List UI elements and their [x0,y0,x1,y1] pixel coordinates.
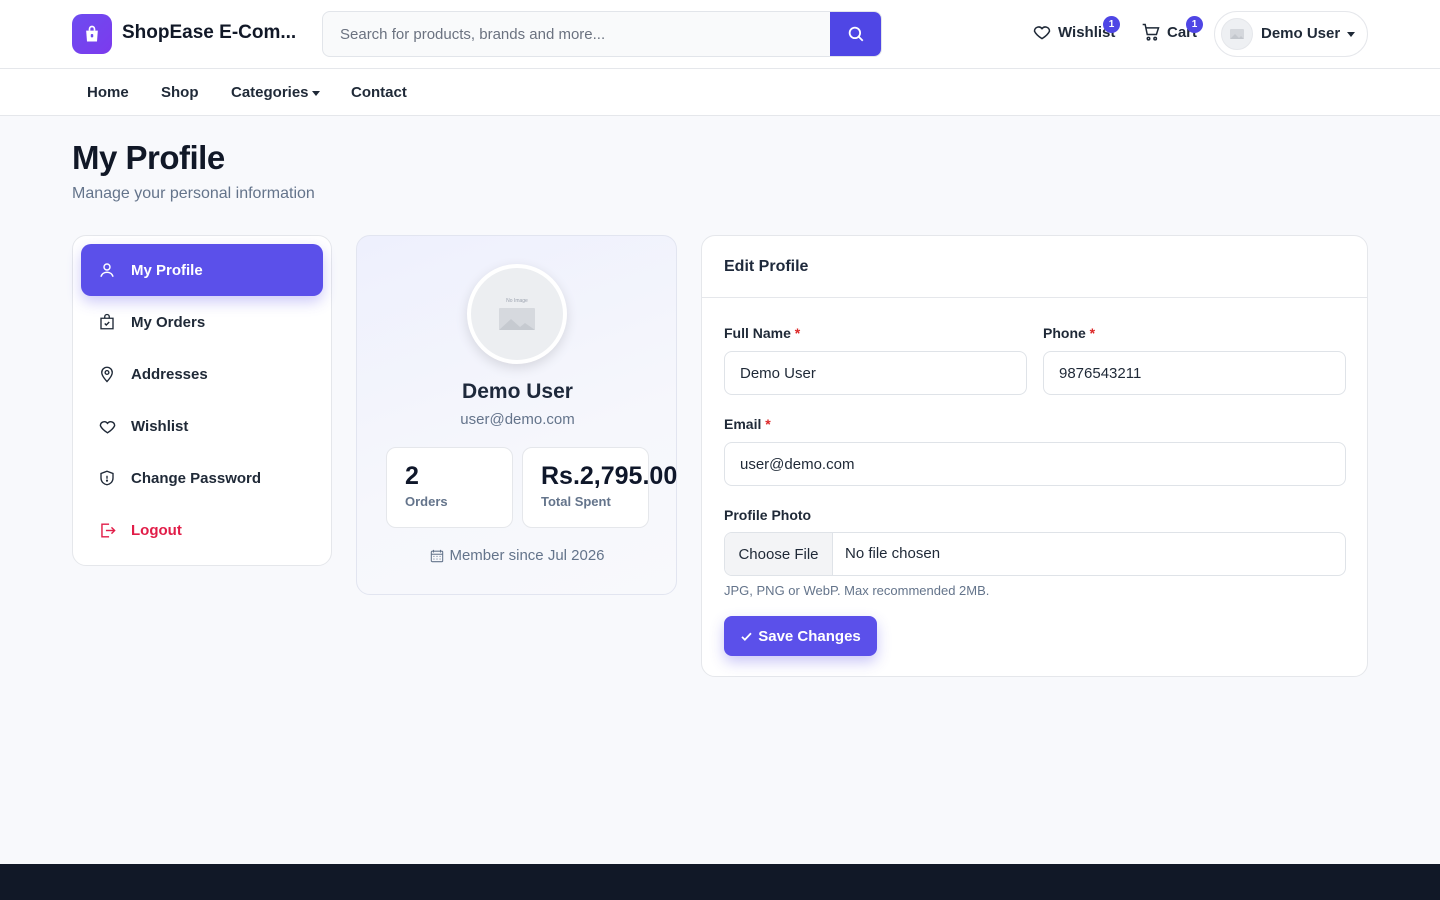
full-name-input[interactable] [724,351,1027,395]
wishlist-count-badge: 1 [1103,16,1120,33]
sidebar-item-change-password[interactable]: Change Password [81,452,323,504]
save-changes-label: Save Changes [758,627,861,645]
edit-profile-card: Edit Profile Full Name * Phone * Email *… [701,235,1368,677]
user-name: Demo User [1261,25,1341,42]
search-button[interactable] [830,12,881,56]
nav-categories-label: Categories [231,84,309,101]
photo-hint: JPG, PNG or WebP. Max recommended 2MB. [724,583,990,598]
email-label-text: Email [724,416,762,432]
page-footer [0,864,1440,900]
sidebar-item-wishlist[interactable]: Wishlist [81,400,323,452]
profile-photo-label: Profile Photo [724,507,812,523]
choose-file-button[interactable]: Choose File [725,533,833,575]
edit-profile-title: Edit Profile [724,258,809,275]
user-menu-toggle[interactable]: Demo User [1214,11,1368,57]
heart-icon [1033,26,1051,40]
wishlist-link[interactable]: Wishlist 1 [1032,16,1120,42]
sidebar-item-logout[interactable]: Logout [81,504,323,556]
top-header: ShopEase E-Com... Wishlist 1 Cart 1 Demo… [0,0,1440,69]
account-sidebar: My Profile My Orders Addresses Wishlist … [72,235,332,566]
full-name-label-text: Full Name [724,325,791,341]
sidebar-item-label: Wishlist [131,417,189,435]
save-changes-button[interactable]: Save Changes [724,616,877,656]
orders-stat: 2 Orders [386,447,513,528]
stat-label: Total Spent [541,494,611,509]
search-input[interactable] [323,12,831,56]
cart-count-badge: 1 [1186,16,1203,33]
image-placeholder-icon [499,308,535,330]
stat-value: 2 [405,462,419,490]
profile-email: user@demo.com [460,411,575,428]
phone-label-text: Phone [1043,325,1086,341]
avatar-placeholder-text: No Image [506,298,528,304]
member-since: Member since Jul 2026 [357,547,678,564]
cart-link[interactable]: Cart 1 [1141,16,1203,42]
sidebar-item-label: My Profile [131,261,203,279]
sidebar-item-label: Change Password [131,469,262,487]
sidebar-item-my-profile[interactable]: My Profile [81,244,323,296]
cart-icon [1142,23,1160,41]
page-subtitle: Manage your personal information [72,185,315,202]
edit-profile-header: Edit Profile [702,236,1367,298]
file-status: No file chosen [845,545,941,562]
stat-label: Orders [405,494,448,509]
total-spent-stat: Rs.2,795.00 Total Spent [522,447,677,528]
sidebar-item-my-orders[interactable]: My Orders [81,296,323,348]
brand-name[interactable]: ShopEase E-Com... [122,22,296,44]
main-nav: Home Shop Categories Contact [0,69,1440,116]
nav-contact[interactable]: Contact [351,84,407,101]
email-input[interactable] [724,442,1346,486]
search-icon [848,26,863,42]
profile-summary-card: No Image Demo User user@demo.com 2 Order… [356,235,677,595]
email-label: Email * [724,416,771,432]
profile-avatar: No Image [467,264,567,364]
nav-shop[interactable]: Shop [161,84,199,101]
search-bar [322,11,882,57]
bag-check-icon [97,312,117,332]
full-name-label: Full Name * [724,325,800,341]
caret-down-icon [311,90,320,96]
member-since-text: Member since Jul 2026 [449,547,605,564]
stat-value: Rs.2,795.00 [541,462,678,490]
phone-input[interactable] [1043,351,1346,395]
nav-home[interactable]: Home [87,84,129,101]
required-mark: * [794,325,801,341]
shopping-bag-icon[interactable] [72,14,112,54]
logout-icon [97,520,117,540]
sidebar-item-label: Addresses [131,365,208,383]
heart-icon [97,416,117,436]
nav-categories[interactable]: Categories [231,84,320,101]
check-icon [741,632,752,641]
shield-icon [97,468,117,488]
sidebar-item-label: Logout [131,521,182,539]
location-pin-icon [97,364,117,384]
required-mark: * [1089,325,1096,341]
required-mark: * [765,416,771,432]
avatar [1221,18,1253,50]
calendar-icon [431,549,444,562]
phone-label: Phone * [1043,325,1095,341]
profile-photo-file-input[interactable]: Choose File No file chosen [724,532,1346,576]
page-title: My Profile [72,139,225,176]
user-icon [97,260,117,280]
profile-name: Demo User [462,380,573,403]
sidebar-item-label: My Orders [131,313,206,331]
image-placeholder-icon [1230,29,1244,39]
chevron-down-icon [1347,32,1355,37]
sidebar-item-addresses[interactable]: Addresses [81,348,323,400]
